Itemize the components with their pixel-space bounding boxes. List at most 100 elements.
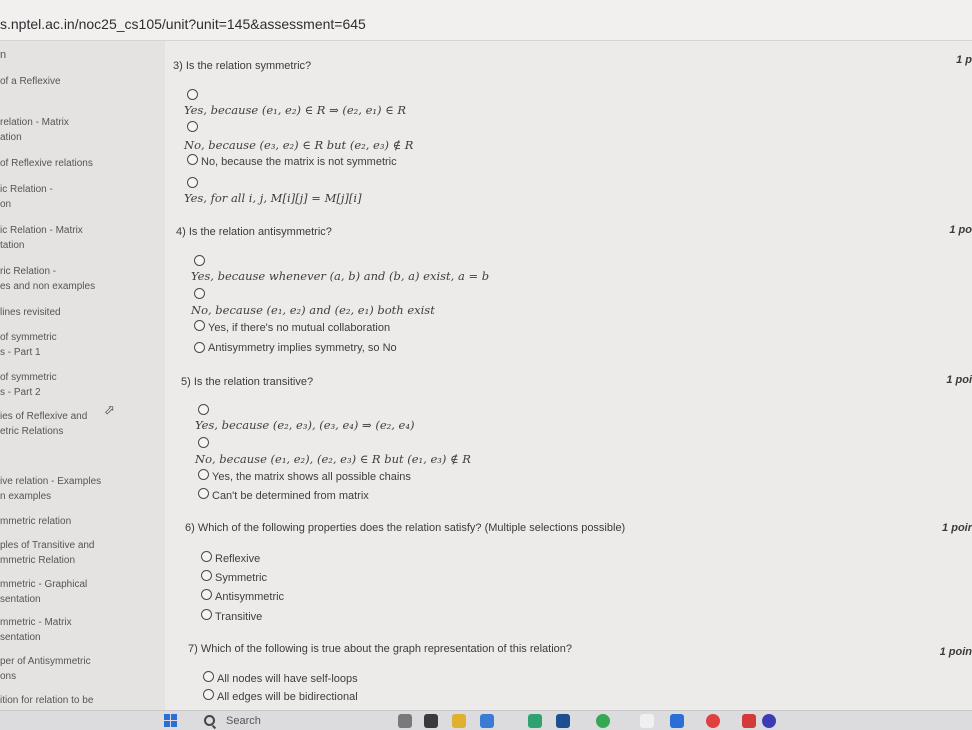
question-text: 4) Is the relation antisymmetric? bbox=[176, 226, 332, 238]
option-radio[interactable] bbox=[194, 342, 205, 353]
sidebar-lesson-link[interactable]: ition for relation to be bbox=[0, 693, 93, 708]
option-radio[interactable] bbox=[198, 488, 209, 499]
option-radio[interactable] bbox=[201, 570, 212, 581]
option-radio[interactable] bbox=[198, 437, 209, 448]
sidebar-lesson-label: s - Part 1 bbox=[0, 347, 41, 358]
option-radio[interactable] bbox=[201, 609, 212, 620]
sidebar-lesson-label: mmetric Relation bbox=[0, 555, 76, 566]
file-icon[interactable] bbox=[424, 714, 438, 728]
sidebar-lesson-link[interactable]: mmetric - Matrix sentation bbox=[0, 615, 72, 645]
points-label: 1 p bbox=[956, 54, 972, 66]
sidebar-lesson-link[interactable]: ic Relation - Matrix tation bbox=[0, 223, 83, 253]
question-text: 7) Which of the following is true about … bbox=[188, 643, 572, 655]
question-text: 5) Is the relation transitive? bbox=[181, 376, 313, 388]
sidebar-lesson-label: on bbox=[0, 199, 12, 210]
question-number: 3) bbox=[173, 60, 183, 72]
sidebar-lesson-label: ples of Transitive and bbox=[0, 540, 95, 551]
sidebar-lesson-label: ition for relation to be bbox=[0, 695, 94, 706]
dell-icon[interactable] bbox=[556, 714, 570, 728]
avatar-icon[interactable] bbox=[762, 714, 776, 728]
sidebar-lesson-link[interactable]: per of Antisymmetric ons bbox=[0, 654, 91, 684]
edge-icon[interactable] bbox=[528, 714, 542, 728]
document-icon[interactable] bbox=[640, 714, 654, 728]
sidebar-lesson-link[interactable]: lines revisited bbox=[0, 305, 61, 320]
question-label: Which of the following is true about the… bbox=[200, 643, 573, 655]
option-label[interactable]: Antisymmetry implies symmetry, so No bbox=[208, 342, 397, 354]
option-label[interactable]: All nodes will have self-loops bbox=[217, 673, 358, 685]
option-label[interactable]: Yes, for all i, j, M[i][j] = M[j][i] bbox=[184, 191, 362, 205]
points-label: 1 poi bbox=[946, 374, 972, 386]
option-label[interactable]: All edges will be bidirectional bbox=[217, 691, 358, 703]
sidebar-lesson-label: sentation bbox=[0, 632, 41, 643]
sidebar-lesson-label: mmetric relation bbox=[0, 516, 72, 527]
url-text[interactable]: s.nptel.ac.in/noc25_cs105/unit?unit=145&… bbox=[0, 16, 366, 32]
option-label[interactable]: Can't be determined from matrix bbox=[212, 490, 369, 502]
windows-icon[interactable] bbox=[164, 714, 178, 728]
option-label[interactable]: Transitive bbox=[215, 611, 262, 623]
sidebar-lesson-label: ation bbox=[0, 132, 22, 143]
taskbar-search[interactable]: Search bbox=[196, 713, 326, 728]
red-app-icon[interactable] bbox=[742, 714, 756, 728]
option-label[interactable]: Reflexive bbox=[215, 553, 260, 565]
question-text: 3) Is the relation symmetric? bbox=[173, 60, 311, 72]
option-label[interactable]: No, because (e₃, e₂) ∈ R but (e₂, e₃) ∉ … bbox=[184, 138, 413, 152]
option-label[interactable]: No, because (e₁, e₂), (e₂, e₃) ∈ R but (… bbox=[195, 452, 471, 466]
sidebar-lesson-link[interactable]: relation - Matrix ation bbox=[0, 115, 69, 145]
sidebar-lesson-link[interactable]: ive relation - Examples n examples bbox=[0, 474, 101, 504]
option-label[interactable]: Yes, the matrix shows all possible chain… bbox=[212, 471, 411, 483]
option-radio[interactable] bbox=[198, 469, 209, 480]
option-radio[interactable] bbox=[203, 671, 214, 682]
option-label[interactable]: No, because the matrix is not symmetric bbox=[201, 156, 397, 168]
sidebar-lesson-label: of a Reflexive bbox=[0, 76, 61, 87]
question-text: 6) Which of the following properties doe… bbox=[185, 522, 625, 534]
sidebar-lesson-link[interactable]: of a Reflexive bbox=[0, 74, 61, 89]
question-label: Which of the following properties does t… bbox=[197, 522, 626, 534]
option-radio[interactable] bbox=[194, 320, 205, 331]
sidebar-lesson-label: of symmetric bbox=[0, 332, 57, 343]
course-sidebar: n of a Reflexive relation - Matrix ation of… bbox=[0, 41, 165, 710]
option-radio[interactable] bbox=[187, 154, 198, 165]
option-radio[interactable] bbox=[201, 589, 212, 600]
folder-icon[interactable] bbox=[452, 714, 466, 728]
sidebar-lesson-link[interactable]: of Reflexive relations bbox=[0, 156, 93, 171]
option-radio[interactable] bbox=[187, 177, 198, 188]
option-radio[interactable] bbox=[198, 404, 209, 415]
option-label[interactable]: No, because (e₁, e₂) and (e₂, e₁) both e… bbox=[191, 303, 435, 317]
sidebar-lesson-link[interactable]: ies of Reflexive and etric Relations bbox=[0, 409, 87, 439]
option-label[interactable]: Antisymmetric bbox=[215, 591, 284, 603]
sidebar-lesson-link[interactable]: of symmetric s - Part 1 bbox=[0, 330, 57, 360]
sidebar-lesson-link[interactable]: of symmetric s - Part 2 bbox=[0, 370, 57, 400]
sidebar-lesson-link[interactable]: ric Relation - es and non examples bbox=[0, 264, 95, 294]
sidebar-lesson-link[interactable]: mmetric - Graphical sentation bbox=[0, 577, 87, 607]
address-bar[interactable]: s.nptel.ac.in/noc25_cs105/unit?unit=145&… bbox=[0, 0, 972, 41]
store-icon[interactable] bbox=[480, 714, 494, 728]
sidebar-lesson-label: relation - Matrix bbox=[0, 117, 69, 128]
option-label[interactable]: Yes, because (e₁, e₂) ∈ R ⇒ (e₂, e₁) ∈ R bbox=[184, 103, 406, 117]
opera-icon[interactable] bbox=[706, 714, 720, 728]
option-radio[interactable] bbox=[187, 121, 198, 132]
option-radio[interactable] bbox=[203, 689, 214, 700]
sidebar-lesson-link[interactable]: mmetric relation bbox=[0, 514, 71, 529]
question-number: 6) bbox=[185, 522, 195, 534]
question-label: Is the relation transitive? bbox=[193, 376, 314, 388]
option-radio[interactable] bbox=[194, 288, 205, 299]
chrome-icon[interactable] bbox=[596, 714, 610, 728]
question-number: 5) bbox=[181, 376, 191, 388]
app-icon[interactable] bbox=[670, 714, 684, 728]
option-label[interactable]: Symmetric bbox=[215, 572, 267, 584]
option-radio[interactable] bbox=[194, 255, 205, 266]
question-number: 4) bbox=[176, 226, 186, 238]
option-radio[interactable] bbox=[201, 551, 212, 562]
option-radio[interactable] bbox=[187, 89, 198, 100]
sidebar-lesson-label: ic Relation - bbox=[0, 184, 53, 195]
question-number: 7) bbox=[188, 643, 198, 655]
widget-icon[interactable] bbox=[398, 714, 412, 728]
sidebar-lesson-link[interactable]: ic Relation - on bbox=[0, 182, 53, 212]
sidebar-lesson-link[interactable]: ples of Transitive and mmetric Relation bbox=[0, 538, 95, 568]
sidebar-lesson-label: mmetric - Graphical bbox=[0, 579, 88, 590]
option-label[interactable]: Yes, because (e₂, e₃), (e₃, e₄) ⇒ (e₂, e… bbox=[195, 418, 414, 432]
option-label[interactable]: Yes, if there's no mutual collaboration bbox=[208, 322, 390, 334]
taskbar-search-label: Search bbox=[226, 715, 261, 727]
sidebar-lesson-label: s - Part 2 bbox=[0, 387, 41, 398]
option-label[interactable]: Yes, because whenever (a, b) and (b, a) … bbox=[191, 269, 489, 283]
